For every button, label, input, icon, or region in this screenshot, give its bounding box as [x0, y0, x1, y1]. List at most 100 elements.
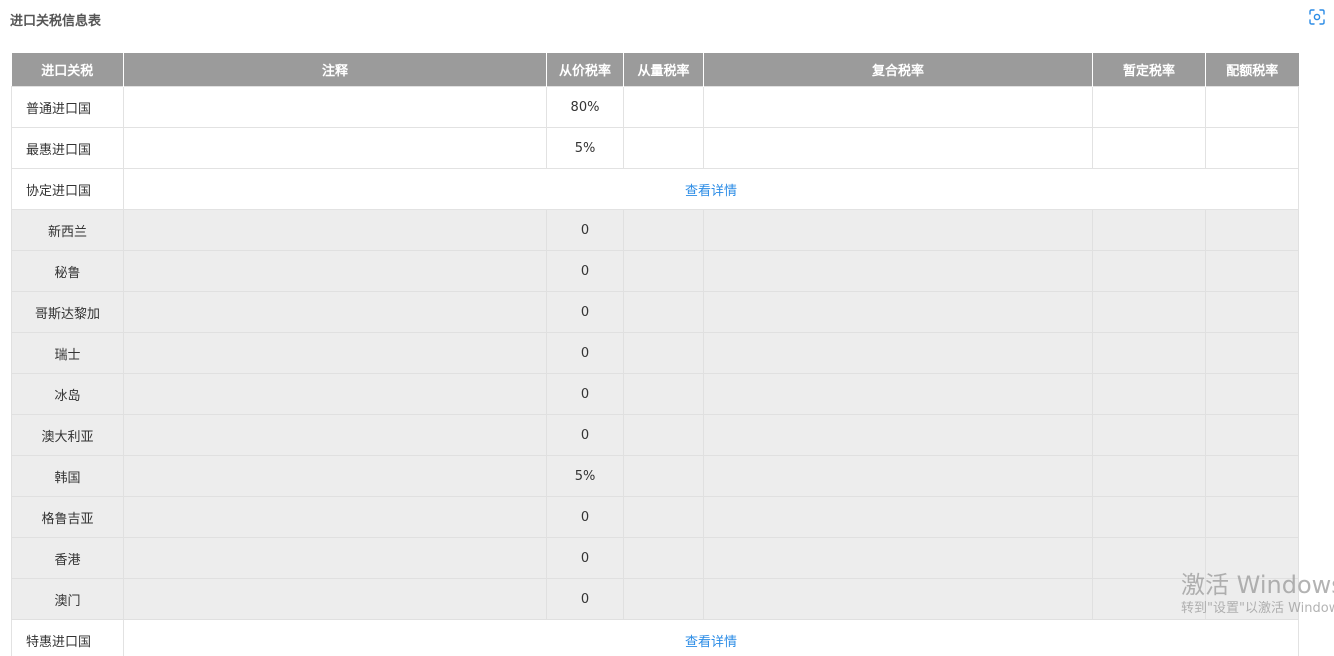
notes-cell [123, 455, 547, 497]
compound-cell [703, 250, 1093, 292]
notes-cell [123, 496, 547, 538]
specific-cell [623, 209, 704, 251]
compound-cell [703, 209, 1093, 251]
notes-cell [123, 291, 547, 333]
compound-cell [703, 414, 1093, 456]
table-row: 哥斯达黎加 0 [11, 291, 1299, 333]
specific-cell [623, 414, 704, 456]
table-row: 冰岛 0 [11, 373, 1299, 415]
table-row: 特惠进口国 查看详情 [11, 619, 1299, 656]
header-quota-rate: 配额税率 [1205, 53, 1299, 87]
ad-valorem-cell: 0 [546, 537, 624, 579]
provisional-cell [1092, 578, 1206, 620]
provisional-cell [1092, 373, 1206, 415]
provisional-cell [1092, 250, 1206, 292]
quota-cell [1205, 127, 1299, 169]
row-name: 普通进口国 [11, 86, 124, 128]
provisional-cell [1092, 291, 1206, 333]
notes-cell [123, 414, 547, 456]
specific-cell [623, 86, 704, 128]
table-row: 澳大利亚 0 [11, 414, 1299, 456]
quota-cell [1205, 250, 1299, 292]
header-provisional-rate: 暂定税率 [1092, 53, 1206, 87]
quota-cell [1205, 373, 1299, 415]
notes-cell [123, 209, 547, 251]
quota-cell [1205, 414, 1299, 456]
compound-cell [703, 373, 1093, 415]
ad-valorem-cell: 80% [546, 86, 624, 128]
quota-cell [1205, 578, 1299, 620]
specific-cell [623, 455, 704, 497]
country-name: 秘鲁 [11, 250, 124, 292]
country-name: 瑞士 [11, 332, 124, 374]
provisional-cell [1092, 496, 1206, 538]
ad-valorem-cell: 0 [546, 332, 624, 374]
compound-cell [703, 537, 1093, 579]
ad-valorem-cell: 0 [546, 291, 624, 333]
table-row: 格鲁吉亚 0 [11, 496, 1299, 538]
ad-valorem-cell: 0 [546, 250, 624, 292]
provisional-cell [1092, 414, 1206, 456]
table-row: 新西兰 0 [11, 209, 1299, 251]
import-tariff-table: 进口关税 注释 从价税率 从量税率 复合税率 暂定税率 配额税率 普通进口国 8… [11, 53, 1299, 656]
provisional-cell [1092, 86, 1206, 128]
provisional-cell [1092, 127, 1206, 169]
ad-valorem-cell: 0 [546, 209, 624, 251]
provisional-cell [1092, 209, 1206, 251]
table-row: 澳门 0 [11, 578, 1299, 620]
country-name: 新西兰 [11, 209, 124, 251]
compound-cell [703, 578, 1093, 620]
compound-cell [703, 332, 1093, 374]
notes-cell [123, 332, 547, 374]
notes-cell [123, 250, 547, 292]
country-name: 澳大利亚 [11, 414, 124, 456]
header-import-tariff: 进口关税 [11, 53, 124, 87]
specific-cell [623, 127, 704, 169]
compound-cell [703, 86, 1093, 128]
provisional-cell [1092, 332, 1206, 374]
specific-cell [623, 578, 704, 620]
country-name: 冰岛 [11, 373, 124, 415]
notes-cell [123, 578, 547, 620]
quota-cell [1205, 291, 1299, 333]
table-row: 香港 0 [11, 537, 1299, 579]
provisional-cell [1092, 455, 1206, 497]
compound-cell [703, 455, 1093, 497]
quota-cell [1205, 209, 1299, 251]
specific-cell [623, 537, 704, 579]
notes-cell [123, 86, 547, 128]
compound-cell [703, 127, 1093, 169]
country-name: 澳门 [11, 578, 124, 620]
screenshot-icon[interactable] [1309, 9, 1325, 25]
header-ad-valorem-rate: 从价税率 [546, 53, 624, 87]
ad-valorem-cell: 0 [546, 414, 624, 456]
quota-cell [1205, 332, 1299, 374]
table-row: 秘鲁 0 [11, 250, 1299, 292]
header-specific-rate: 从量税率 [623, 53, 704, 87]
specific-cell [623, 291, 704, 333]
header-notes: 注释 [123, 53, 547, 87]
specific-cell [623, 332, 704, 374]
row-name: 最惠进口国 [11, 127, 124, 169]
table-row: 最惠进口国 5% [11, 127, 1299, 169]
row-name: 特惠进口国 [11, 619, 124, 656]
specific-cell [623, 373, 704, 415]
country-name: 香港 [11, 537, 124, 579]
ad-valorem-cell: 0 [546, 373, 624, 415]
country-name: 哥斯达黎加 [11, 291, 124, 333]
table-row: 普通进口国 80% [11, 86, 1299, 128]
table-row: 协定进口国 查看详情 [11, 168, 1299, 210]
quota-cell [1205, 455, 1299, 497]
view-details-link[interactable]: 查看详情 [123, 619, 1299, 656]
quota-cell [1205, 537, 1299, 579]
country-name: 格鲁吉亚 [11, 496, 124, 538]
page-title: 进口关税信息表 [10, 14, 102, 29]
view-details-link[interactable]: 查看详情 [123, 168, 1299, 210]
table-row: 韩国 5% [11, 455, 1299, 497]
ad-valorem-cell: 5% [546, 455, 624, 497]
country-name: 韩国 [11, 455, 124, 497]
notes-cell [123, 373, 547, 415]
ad-valorem-cell: 0 [546, 578, 624, 620]
header-compound-rate: 复合税率 [703, 53, 1093, 87]
notes-cell [123, 537, 547, 579]
